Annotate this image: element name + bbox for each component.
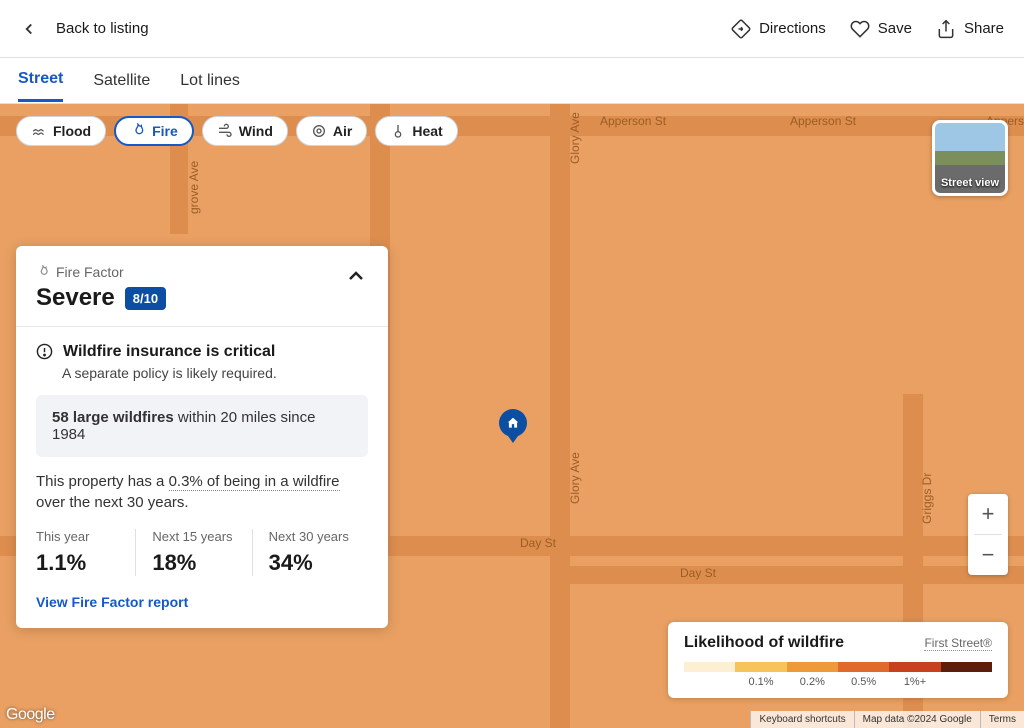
prob-pre: This property has a	[36, 473, 169, 490]
fire-factor-panel: Fire Factor Severe 8/10 Wildfire insuran…	[16, 246, 388, 628]
legend-labels: 0.1% 0.2% 0.5% 1%+	[684, 676, 992, 688]
factor-label-text: Fire Factor	[56, 264, 124, 280]
road-label: Apperson St	[600, 114, 666, 128]
zoom-in-button[interactable]: +	[968, 494, 1008, 534]
tab-satellite[interactable]: Satellite	[93, 61, 150, 101]
chip-fire[interactable]: Fire	[114, 116, 194, 146]
road-label: Day St	[680, 566, 716, 580]
map-data-label: Map data ©2024 Google	[854, 711, 980, 728]
heart-icon	[850, 19, 870, 39]
alert-icon	[36, 343, 53, 360]
road-label: Day St	[520, 536, 556, 550]
map-attribution: Keyboard shortcuts Map data ©2024 Google…	[750, 711, 1024, 728]
probability-text: This property has a 0.3% of being in a w…	[36, 471, 368, 513]
stat-next-15: Next 15 years 18%	[135, 529, 251, 576]
legend-source[interactable]: First Street®	[924, 636, 992, 651]
chip-air[interactable]: Air	[296, 116, 367, 146]
legend-title: Likelihood of wildfire	[684, 634, 844, 652]
stats-row: This year 1.1% Next 15 years 18% Next 30…	[36, 529, 368, 576]
stat-label: Next 30 years	[269, 529, 352, 544]
flood-icon	[31, 123, 47, 139]
wind-icon	[217, 123, 233, 139]
tab-lot-lines[interactable]: Lot lines	[180, 61, 240, 101]
chip-label: Wind	[239, 123, 273, 139]
share-label: Share	[964, 20, 1004, 37]
share-icon	[936, 19, 956, 39]
header: Back to listing Directions Save Share	[0, 0, 1024, 58]
road	[550, 566, 1024, 584]
fire-icon	[36, 265, 50, 279]
chip-flood[interactable]: Flood	[16, 116, 106, 146]
air-icon	[311, 123, 327, 139]
stat-label: This year	[36, 529, 119, 544]
heat-icon	[390, 123, 406, 139]
chip-wind[interactable]: Wind	[202, 116, 288, 146]
legend-stop: 1%+	[889, 676, 940, 688]
stat-value: 34%	[269, 550, 352, 576]
view-report-link[interactable]: View Fire Factor report	[36, 594, 368, 610]
legend-stop: 0.2%	[787, 676, 838, 688]
chevron-left-icon	[20, 20, 38, 38]
fire-icon	[130, 123, 146, 139]
history-box: 58 large wildfires within 20 miles since…	[36, 395, 368, 457]
insurance-sub: A separate policy is likely required.	[62, 365, 368, 381]
panel-header: Fire Factor Severe 8/10	[16, 246, 388, 326]
view-tabs: Street Satellite Lot lines	[0, 58, 1024, 104]
keyboard-shortcuts-link[interactable]: Keyboard shortcuts	[750, 711, 853, 728]
road-label: grove Ave	[187, 161, 201, 214]
chip-label: Flood	[53, 123, 91, 139]
back-to-listing[interactable]: Back to listing	[20, 20, 149, 38]
google-logo: Google	[6, 706, 55, 724]
save-label: Save	[878, 20, 912, 37]
legend-stop: 0.5%	[838, 676, 889, 688]
save-button[interactable]: Save	[850, 19, 912, 39]
prob-value[interactable]: 0.3% of being in a wildfire	[169, 473, 340, 491]
road-label: Glory Ave	[568, 452, 582, 504]
score-badge: 8/10	[125, 287, 166, 310]
tab-street[interactable]: Street	[18, 59, 63, 102]
legend-gradient	[684, 662, 992, 672]
road	[550, 104, 570, 728]
hazard-chips: Flood Fire Wind Air Heat	[16, 116, 458, 146]
history-count: 58 large wildfires	[52, 409, 174, 426]
road-label: Apperson St	[790, 114, 856, 128]
chip-label: Air	[333, 123, 352, 139]
factor-label: Fire Factor	[36, 264, 166, 280]
chip-label: Fire	[152, 123, 178, 139]
home-icon	[506, 416, 520, 430]
prob-post: over the next 30 years.	[36, 494, 189, 511]
stat-this-year: This year 1.1%	[36, 529, 135, 576]
street-view-thumbnail[interactable]: Street view	[932, 120, 1008, 196]
share-button[interactable]: Share	[936, 19, 1004, 39]
legend-stop: 0.1%	[735, 676, 786, 688]
back-label: Back to listing	[56, 20, 149, 37]
chip-heat[interactable]: Heat	[375, 116, 457, 146]
directions-icon	[731, 19, 751, 39]
terms-link[interactable]: Terms	[980, 711, 1024, 728]
insurance-title: Wildfire insurance is critical	[63, 343, 275, 361]
collapse-toggle[interactable]	[344, 264, 368, 288]
stat-label: Next 15 years	[152, 529, 235, 544]
stat-value: 1.1%	[36, 550, 119, 576]
road-label: Glory Ave	[568, 112, 582, 164]
insurance-row: Wildfire insurance is critical	[36, 343, 368, 361]
zoom-controls: + −	[968, 494, 1008, 575]
zoom-out-button[interactable]: −	[968, 535, 1008, 575]
chip-label: Heat	[412, 123, 442, 139]
property-marker[interactable]	[499, 409, 527, 437]
stat-next-30: Next 30 years 34%	[252, 529, 368, 576]
header-actions: Directions Save Share	[731, 19, 1004, 39]
map-canvas[interactable]: Apperson St Apperson St Apperson St Glor…	[0, 104, 1024, 728]
stat-value: 18%	[152, 550, 235, 576]
directions-button[interactable]: Directions	[731, 19, 826, 39]
directions-label: Directions	[759, 20, 826, 37]
legend-card: Likelihood of wildfire First Street® 0.1…	[668, 622, 1008, 698]
severity-text: Severe	[36, 284, 115, 312]
panel-body: Wildfire insurance is critical A separat…	[16, 327, 388, 628]
street-view-label: Street view	[941, 177, 999, 193]
road-label: Griggs Dr	[920, 473, 934, 524]
